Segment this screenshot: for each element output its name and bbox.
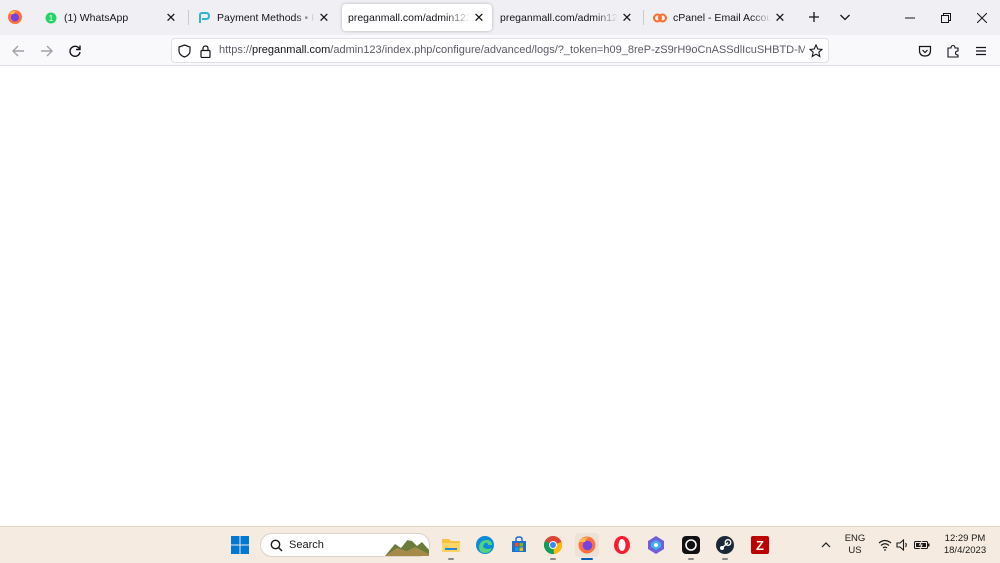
filezilla-icon[interactable]: Z [748, 533, 772, 557]
bookmark-star-icon[interactable] [808, 43, 824, 59]
forward-button[interactable] [35, 39, 59, 63]
running-indicator [688, 558, 694, 560]
page-content-area[interactable] [0, 66, 1000, 526]
close-tab-icon[interactable]: ✕ [317, 11, 331, 25]
url-host: preganmall.com [252, 44, 331, 56]
address-bar[interactable]: https://preganmall.com/admin123/index.ph… [171, 38, 829, 63]
tab-divider [188, 10, 189, 25]
tab-divider [643, 10, 644, 25]
taskbar-search-box[interactable]: Search [260, 533, 430, 557]
show-hidden-icons-chevron-up-icon[interactable] [814, 533, 838, 557]
close-tab-icon[interactable]: ✕ [472, 11, 486, 25]
region-code: US [848, 545, 862, 556]
search-icon [270, 539, 283, 555]
windows-start-icon[interactable] [228, 533, 252, 557]
whatsapp-icon: 1 [44, 11, 58, 25]
tab-payment-methods[interactable]: Payment Methods • Pregar ✕ [191, 4, 337, 31]
running-indicator [448, 558, 454, 560]
tab-title: (1) WhatsApp [64, 11, 129, 24]
list-all-tabs-button[interactable] [834, 6, 856, 28]
microsoft-store-icon[interactable] [507, 533, 531, 557]
active-indicator [581, 558, 593, 560]
tab-strip: 1 (1) WhatsApp ✕ Payment Methods • Prega… [0, 0, 1000, 35]
tab-whatsapp[interactable]: 1 (1) WhatsApp ✕ [38, 4, 184, 31]
new-tab-button[interactable] [803, 6, 825, 28]
svg-text:Z: Z [756, 538, 764, 553]
firefox-icon[interactable] [575, 533, 599, 560]
tracking-protection-shield-icon[interactable] [176, 43, 192, 59]
windows-taskbar: Search Z ENG US 12:29 PM 18/4/2023 [0, 526, 1000, 563]
navigation-toolbar: https://preganmall.com/admin123/index.ph… [0, 35, 1000, 66]
minimize-button[interactable] [892, 0, 928, 35]
close-window-button[interactable] [964, 0, 1000, 35]
opera-icon[interactable] [610, 533, 634, 557]
firefox-view-icon[interactable] [6, 8, 24, 26]
tab-title: Payment Methods • Pregar [217, 11, 315, 24]
url-scheme: https:// [219, 44, 253, 56]
edge-icon[interactable] [473, 533, 497, 557]
tab-cpanel[interactable]: cPanel - Email Accounts ✕ [647, 4, 793, 31]
tab-title: preganmall.com/admin123/inde [348, 11, 470, 24]
clock-date: 18/4/2023 [943, 545, 987, 556]
lock-icon[interactable] [197, 43, 213, 59]
input-language-indicator[interactable]: ENG US [838, 533, 872, 557]
close-tab-icon[interactable]: ✕ [164, 11, 178, 25]
steam-icon[interactable] [713, 533, 737, 560]
obs-icon[interactable] [679, 533, 703, 560]
cpanel-icon [653, 11, 667, 25]
language-code: ENG [844, 533, 866, 544]
tab-title: preganmall.com/admin123/inde [500, 11, 618, 24]
reload-button[interactable] [63, 39, 87, 63]
svg-text:1: 1 [49, 14, 54, 23]
tab-title: cPanel - Email Accounts [673, 11, 771, 24]
tab-admin-logs[interactable]: preganmall.com/admin123/inde ✕ [342, 4, 492, 31]
close-tab-icon[interactable]: ✕ [773, 11, 787, 25]
pocket-icon[interactable] [913, 39, 937, 63]
restore-button[interactable] [928, 0, 964, 35]
app-menu-hamburger-icon[interactable] [969, 39, 993, 63]
chrome-icon[interactable] [541, 533, 565, 560]
file-explorer-icon[interactable] [439, 533, 463, 560]
copilot-icon[interactable] [644, 533, 668, 557]
url-path: /admin123/index.php/configure/advanced/l… [330, 44, 805, 56]
extensions-puzzle-icon[interactable] [941, 39, 965, 63]
running-indicator [722, 558, 728, 560]
back-button[interactable] [6, 39, 30, 63]
search-highlight-mountain-icon [385, 535, 429, 559]
url-text[interactable]: https://preganmall.com/admin123/index.ph… [219, 44, 805, 59]
battery-charging-icon[interactable] [910, 533, 934, 557]
prestashop-icon [197, 11, 211, 25]
search-placeholder: Search [289, 539, 324, 551]
clock-time: 12:29 PM [944, 533, 986, 544]
tab-admin[interactable]: preganmall.com/admin123/inde ✕ [494, 4, 640, 31]
clock[interactable]: 12:29 PM 18/4/2023 [936, 533, 994, 557]
running-indicator [550, 558, 556, 560]
close-tab-icon[interactable]: ✕ [620, 11, 634, 25]
